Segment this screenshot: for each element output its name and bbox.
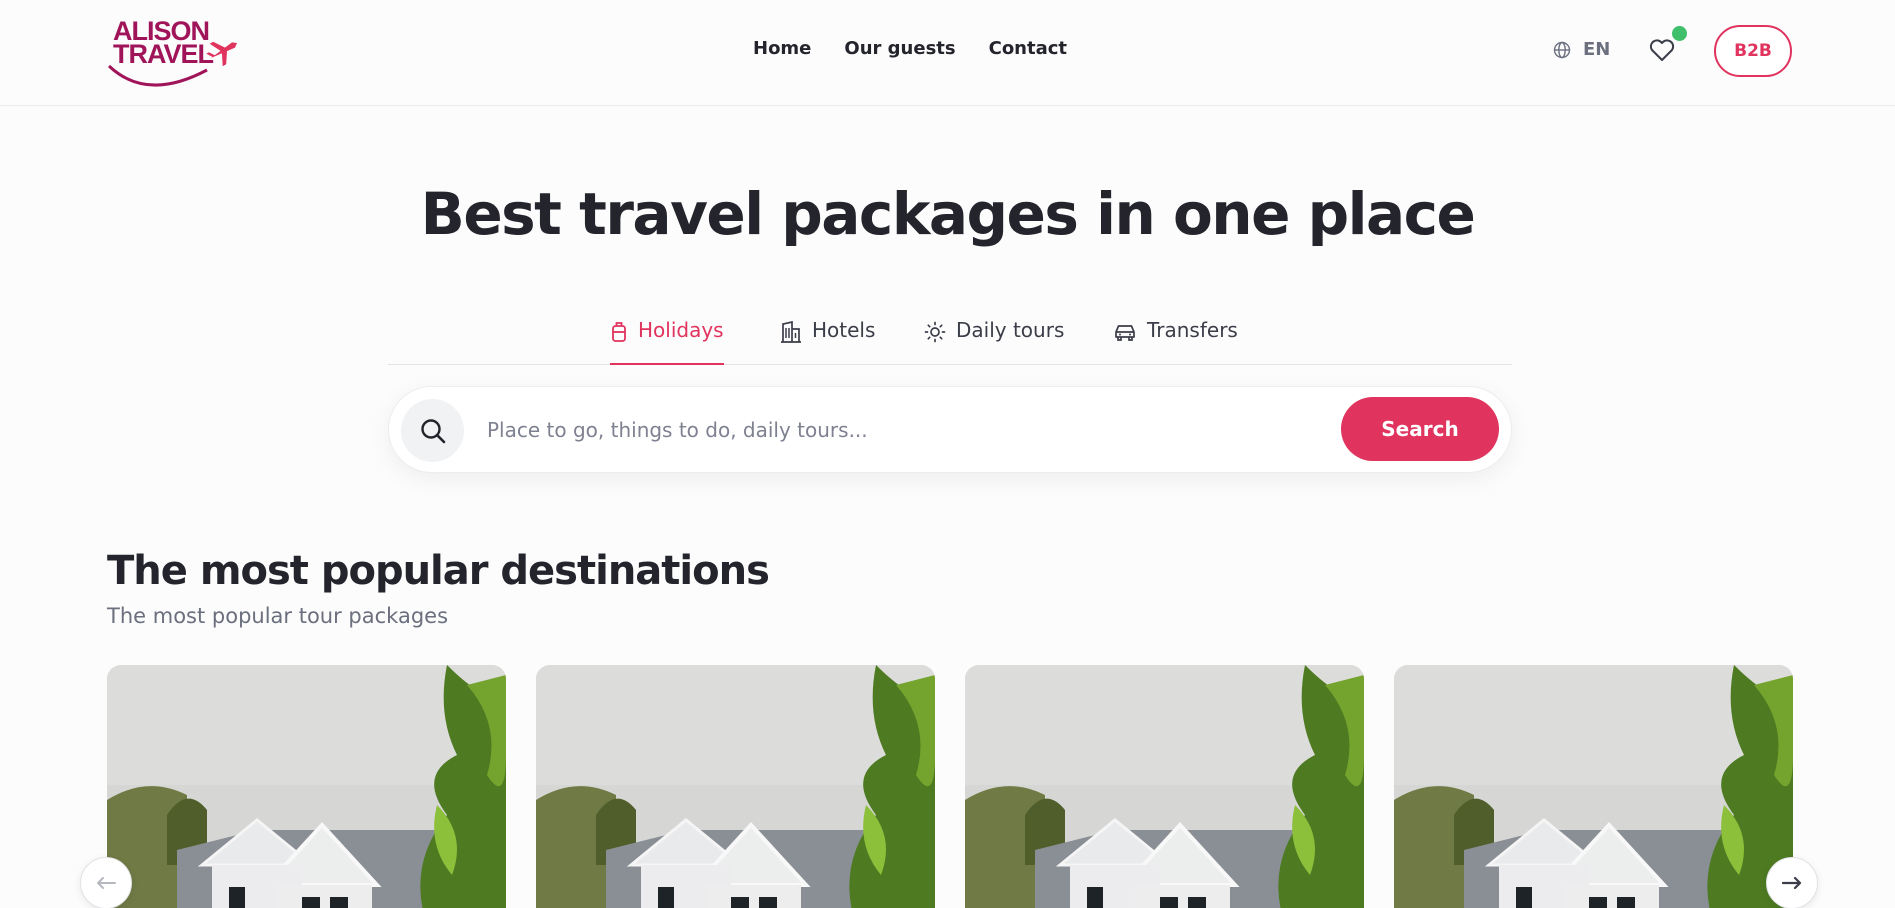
destination-card[interactable] bbox=[536, 665, 935, 908]
building-icon bbox=[781, 321, 801, 343]
suitcase-icon bbox=[612, 322, 626, 342]
section-subtitle: The most popular tour packages bbox=[107, 604, 449, 628]
nav-home[interactable]: Home bbox=[753, 38, 811, 59]
favorites-badge bbox=[1672, 26, 1687, 41]
heart-icon[interactable] bbox=[1648, 36, 1676, 64]
tab-label: Transfers bbox=[1147, 318, 1238, 342]
carousel-next-button[interactable] bbox=[1766, 857, 1818, 908]
b2b-button[interactable]: B2B bbox=[1714, 25, 1792, 77]
tab-hotels[interactable]: Hotels bbox=[780, 318, 875, 365]
language-selector[interactable]: EN bbox=[1553, 39, 1610, 60]
hero-title: Best travel packages in one place bbox=[420, 180, 1476, 248]
search-button[interactable]: Search bbox=[1341, 397, 1499, 461]
tab-transfers[interactable]: Transfers bbox=[1113, 318, 1238, 365]
nav-our-guests[interactable]: Our guests bbox=[844, 38, 955, 59]
nav-contact[interactable]: Contact bbox=[989, 38, 1067, 59]
destination-image bbox=[965, 665, 1364, 908]
tab-daily-tours[interactable]: Daily tours bbox=[924, 318, 1064, 365]
destination-image bbox=[536, 665, 935, 908]
destination-card[interactable] bbox=[1394, 665, 1793, 908]
sun-icon bbox=[924, 321, 946, 343]
main-nav: Home Our guests Contact bbox=[753, 38, 1067, 59]
language-code: EN bbox=[1583, 39, 1611, 60]
search-bar: Search bbox=[388, 386, 1512, 473]
globe-icon bbox=[1553, 41, 1571, 58]
section-title: The most popular destinations bbox=[107, 548, 770, 594]
destination-card[interactable] bbox=[107, 665, 506, 908]
arrow-left-icon bbox=[97, 877, 116, 889]
logo-text-travel: TRAVEL bbox=[113, 39, 214, 69]
destination-image bbox=[1394, 665, 1793, 908]
destination-image bbox=[107, 665, 506, 908]
search-input[interactable] bbox=[487, 409, 1287, 451]
tab-holidays[interactable]: Holidays bbox=[610, 318, 724, 365]
destination-carousel bbox=[107, 665, 1795, 908]
tab-label: Holidays bbox=[638, 318, 724, 342]
arrow-right-icon bbox=[1782, 876, 1802, 890]
destination-card[interactable] bbox=[965, 665, 1364, 908]
search-icon bbox=[401, 399, 464, 462]
logo[interactable]: ALISON TRAVEL bbox=[107, 14, 249, 90]
carousel-prev-button[interactable] bbox=[80, 857, 132, 908]
search-tabs: Holidays Hotels Daily tours Transfers bbox=[388, 314, 1512, 365]
site-header: ALISON TRAVEL Home Our guests Contact EN… bbox=[0, 0, 1895, 106]
tab-label: Daily tours bbox=[956, 318, 1065, 342]
car-icon bbox=[1115, 325, 1135, 341]
tab-label: Hotels bbox=[812, 318, 876, 342]
